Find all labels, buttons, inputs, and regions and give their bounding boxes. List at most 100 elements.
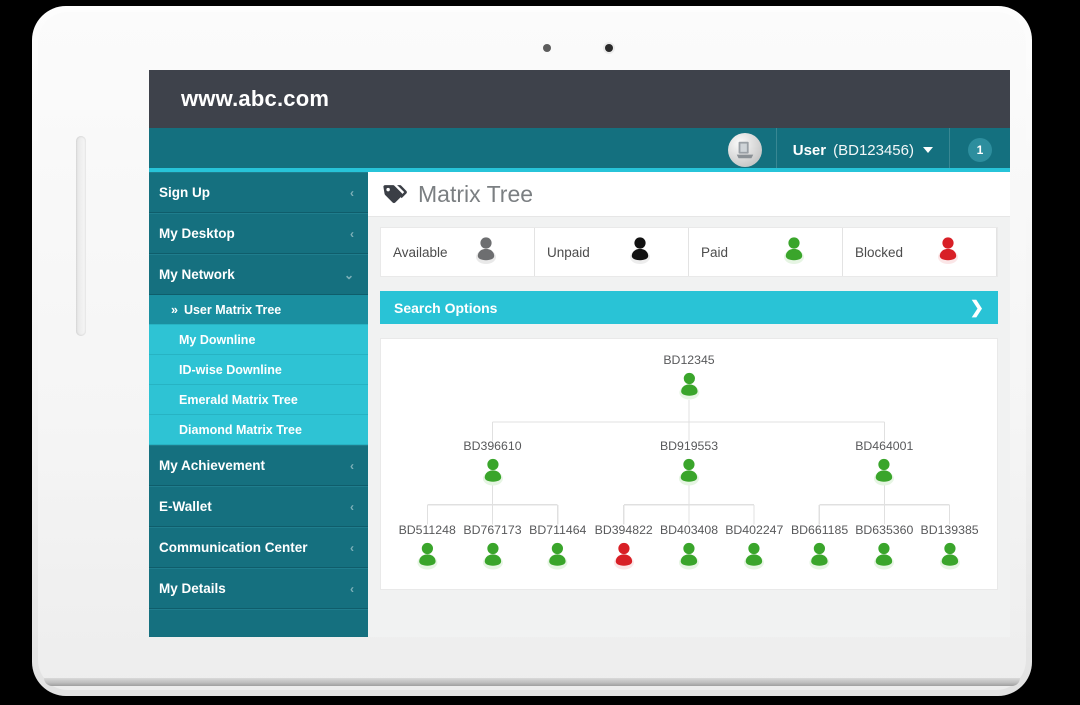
sidebar-item-label: My Network	[159, 267, 235, 282]
site-top-bar: www.abc.com	[149, 70, 1010, 128]
tree-node-leaf[interactable]: BD661185	[791, 523, 848, 570]
person-icon	[660, 456, 718, 486]
page-header: Matrix Tree	[368, 172, 1010, 217]
tree-node-leaf[interactable]: BD511248	[399, 523, 456, 570]
chevron-left-icon: ‹	[350, 226, 354, 241]
sidebar-item-e-wallet[interactable]: E-Wallet ‹	[149, 486, 368, 527]
person-icon	[529, 540, 586, 570]
person-icon	[473, 235, 499, 270]
legend-label: Paid	[701, 244, 729, 260]
person-icon	[921, 540, 979, 570]
tree-node-label: BD711464	[529, 523, 587, 537]
tree-node-leaf[interactable]: BD635360	[855, 523, 913, 570]
sidebar-item-my-achievement[interactable]: My Achievement ‹	[149, 445, 368, 486]
tags-icon	[382, 183, 408, 205]
tree-node-level2[interactable]: BD464001	[855, 439, 913, 486]
app-body: Sign Up ‹ My Desktop ‹ My Network ⌄ » Us…	[149, 172, 1010, 637]
sidebar-item-sign-up[interactable]: Sign Up ‹	[149, 172, 368, 213]
user-header-bar: User (BD123456) 1	[149, 128, 1010, 172]
sidebar-submenu-my-network: » User Matrix Tree My Downline ID-wise D…	[149, 295, 368, 445]
tree-node-label: BD402247	[725, 523, 784, 537]
sidebar-item-label: Communication Center	[159, 540, 308, 555]
tree-node-label: BD394822	[594, 523, 653, 537]
sidebar-item-my-downline[interactable]: My Downline	[149, 325, 368, 355]
legend-label: Available	[393, 244, 448, 260]
tree-node-label: BD12345	[663, 353, 715, 367]
sidebar-subitem-label: ID-wise Downline	[179, 362, 282, 377]
sidebar-item-my-network[interactable]: My Network ⌄	[149, 254, 368, 295]
ambient-light-sensor	[543, 44, 551, 52]
user-menu[interactable]: User (BD123456)	[775, 128, 950, 172]
search-options-bar[interactable]: Search Options ❯	[380, 291, 998, 324]
legend-item-paid: Paid	[689, 228, 843, 276]
notification-area[interactable]: 1	[950, 128, 1010, 172]
tree-node-leaf[interactable]: BD139385	[921, 523, 979, 570]
person-icon	[781, 235, 807, 270]
tree-node-label: BD919553	[659, 439, 719, 453]
tree-node-leaf[interactable]: BD394822	[595, 523, 653, 570]
chevron-left-icon: ‹	[350, 185, 354, 200]
active-marker-icon: »	[171, 302, 178, 317]
main-content: Matrix Tree Available Unpaid Paid Blocke…	[368, 172, 1010, 637]
person-icon	[595, 540, 653, 570]
sidebar-item-communication-center[interactable]: Communication Center ‹	[149, 527, 368, 568]
person-icon	[463, 540, 521, 570]
sidebar-subitem-label: Diamond Matrix Tree	[179, 422, 302, 437]
sidebar-item-label: Sign Up	[159, 185, 210, 200]
person-icon	[935, 235, 961, 270]
sidebar-item-my-details[interactable]: My Details ‹	[149, 568, 368, 609]
tree-node-label: BD511248	[398, 523, 456, 537]
person-icon	[399, 540, 456, 570]
tree-node-level2[interactable]: BD396610	[463, 439, 522, 486]
sidebar-subitem-label: My Downline	[179, 332, 256, 347]
tree-node-level2[interactable]: BD919553	[660, 439, 718, 486]
page-title: Matrix Tree	[418, 180, 534, 207]
sidebar-item-my-desktop[interactable]: My Desktop ‹	[149, 213, 368, 254]
status-legend: Available Unpaid Paid Blocked	[380, 227, 998, 277]
device-base-edge	[44, 678, 1020, 686]
tree-node-label: BD661185	[790, 523, 849, 537]
tree-node-leaf[interactable]: BD711464	[529, 523, 586, 570]
tree-node-leaf[interactable]: BD402247	[725, 523, 783, 570]
person-icon	[660, 540, 718, 570]
person-icon	[463, 456, 521, 486]
tree-node-label: BD767173	[463, 523, 522, 537]
person-icon	[627, 235, 653, 270]
notification-badge: 1	[968, 138, 992, 162]
person-icon	[725, 540, 783, 570]
tree-node-label: BD139385	[920, 523, 979, 537]
sidebar-item-label: My Achievement	[159, 458, 266, 473]
sidebar-item-emerald-matrix-tree[interactable]: Emerald Matrix Tree	[149, 385, 368, 415]
tree-node-label: BD403408	[659, 523, 719, 537]
search-options-label: Search Options	[394, 299, 498, 316]
matrix-tree-panel: BD12345 BD396610 BD919553 BD464001 BD511…	[380, 338, 998, 590]
chevron-down-icon	[923, 147, 933, 153]
chevron-left-icon: ‹	[350, 581, 354, 596]
screenshot-stage: www.abc.com User (BD123456) 1 Sign Up ‹ …	[0, 0, 1080, 705]
tree-node-root[interactable]: BD12345	[663, 353, 715, 400]
legend-label: Unpaid	[547, 244, 590, 260]
sidebar-item-label: My Details	[159, 581, 226, 596]
sidebar-item-id-wise-downline[interactable]: ID-wise Downline	[149, 355, 368, 385]
sidebar-subitem-label: User Matrix Tree	[183, 302, 282, 317]
person-icon	[663, 370, 714, 400]
sidebar-item-label: E-Wallet	[159, 499, 212, 514]
legend-item-available: Available	[381, 228, 535, 276]
sidebar-item-diamond-matrix-tree[interactable]: Diamond Matrix Tree	[149, 415, 368, 445]
front-camera-icon	[605, 44, 613, 52]
sidebar: Sign Up ‹ My Desktop ‹ My Network ⌄ » Us…	[149, 172, 368, 637]
user-name: User	[792, 141, 827, 159]
chevron-left-icon: ‹	[350, 499, 354, 514]
person-icon	[855, 456, 913, 486]
tree-node-leaf[interactable]: BD767173	[463, 523, 522, 570]
legend-label: Blocked	[855, 244, 904, 260]
tree-node-leaf[interactable]: BD403408	[660, 523, 718, 570]
tablet-device: www.abc.com User (BD123456) 1 Sign Up ‹ …	[32, 6, 1032, 696]
avatar[interactable]	[727, 133, 762, 167]
person-icon	[855, 540, 913, 570]
sidebar-filler	[149, 609, 368, 636]
sidebar-item-user-matrix-tree[interactable]: » User Matrix Tree	[149, 295, 368, 325]
tree-node-label: BD464001	[855, 439, 914, 453]
legend-item-unpaid: Unpaid	[535, 228, 689, 276]
device-side-button-left[interactable]	[76, 136, 86, 336]
